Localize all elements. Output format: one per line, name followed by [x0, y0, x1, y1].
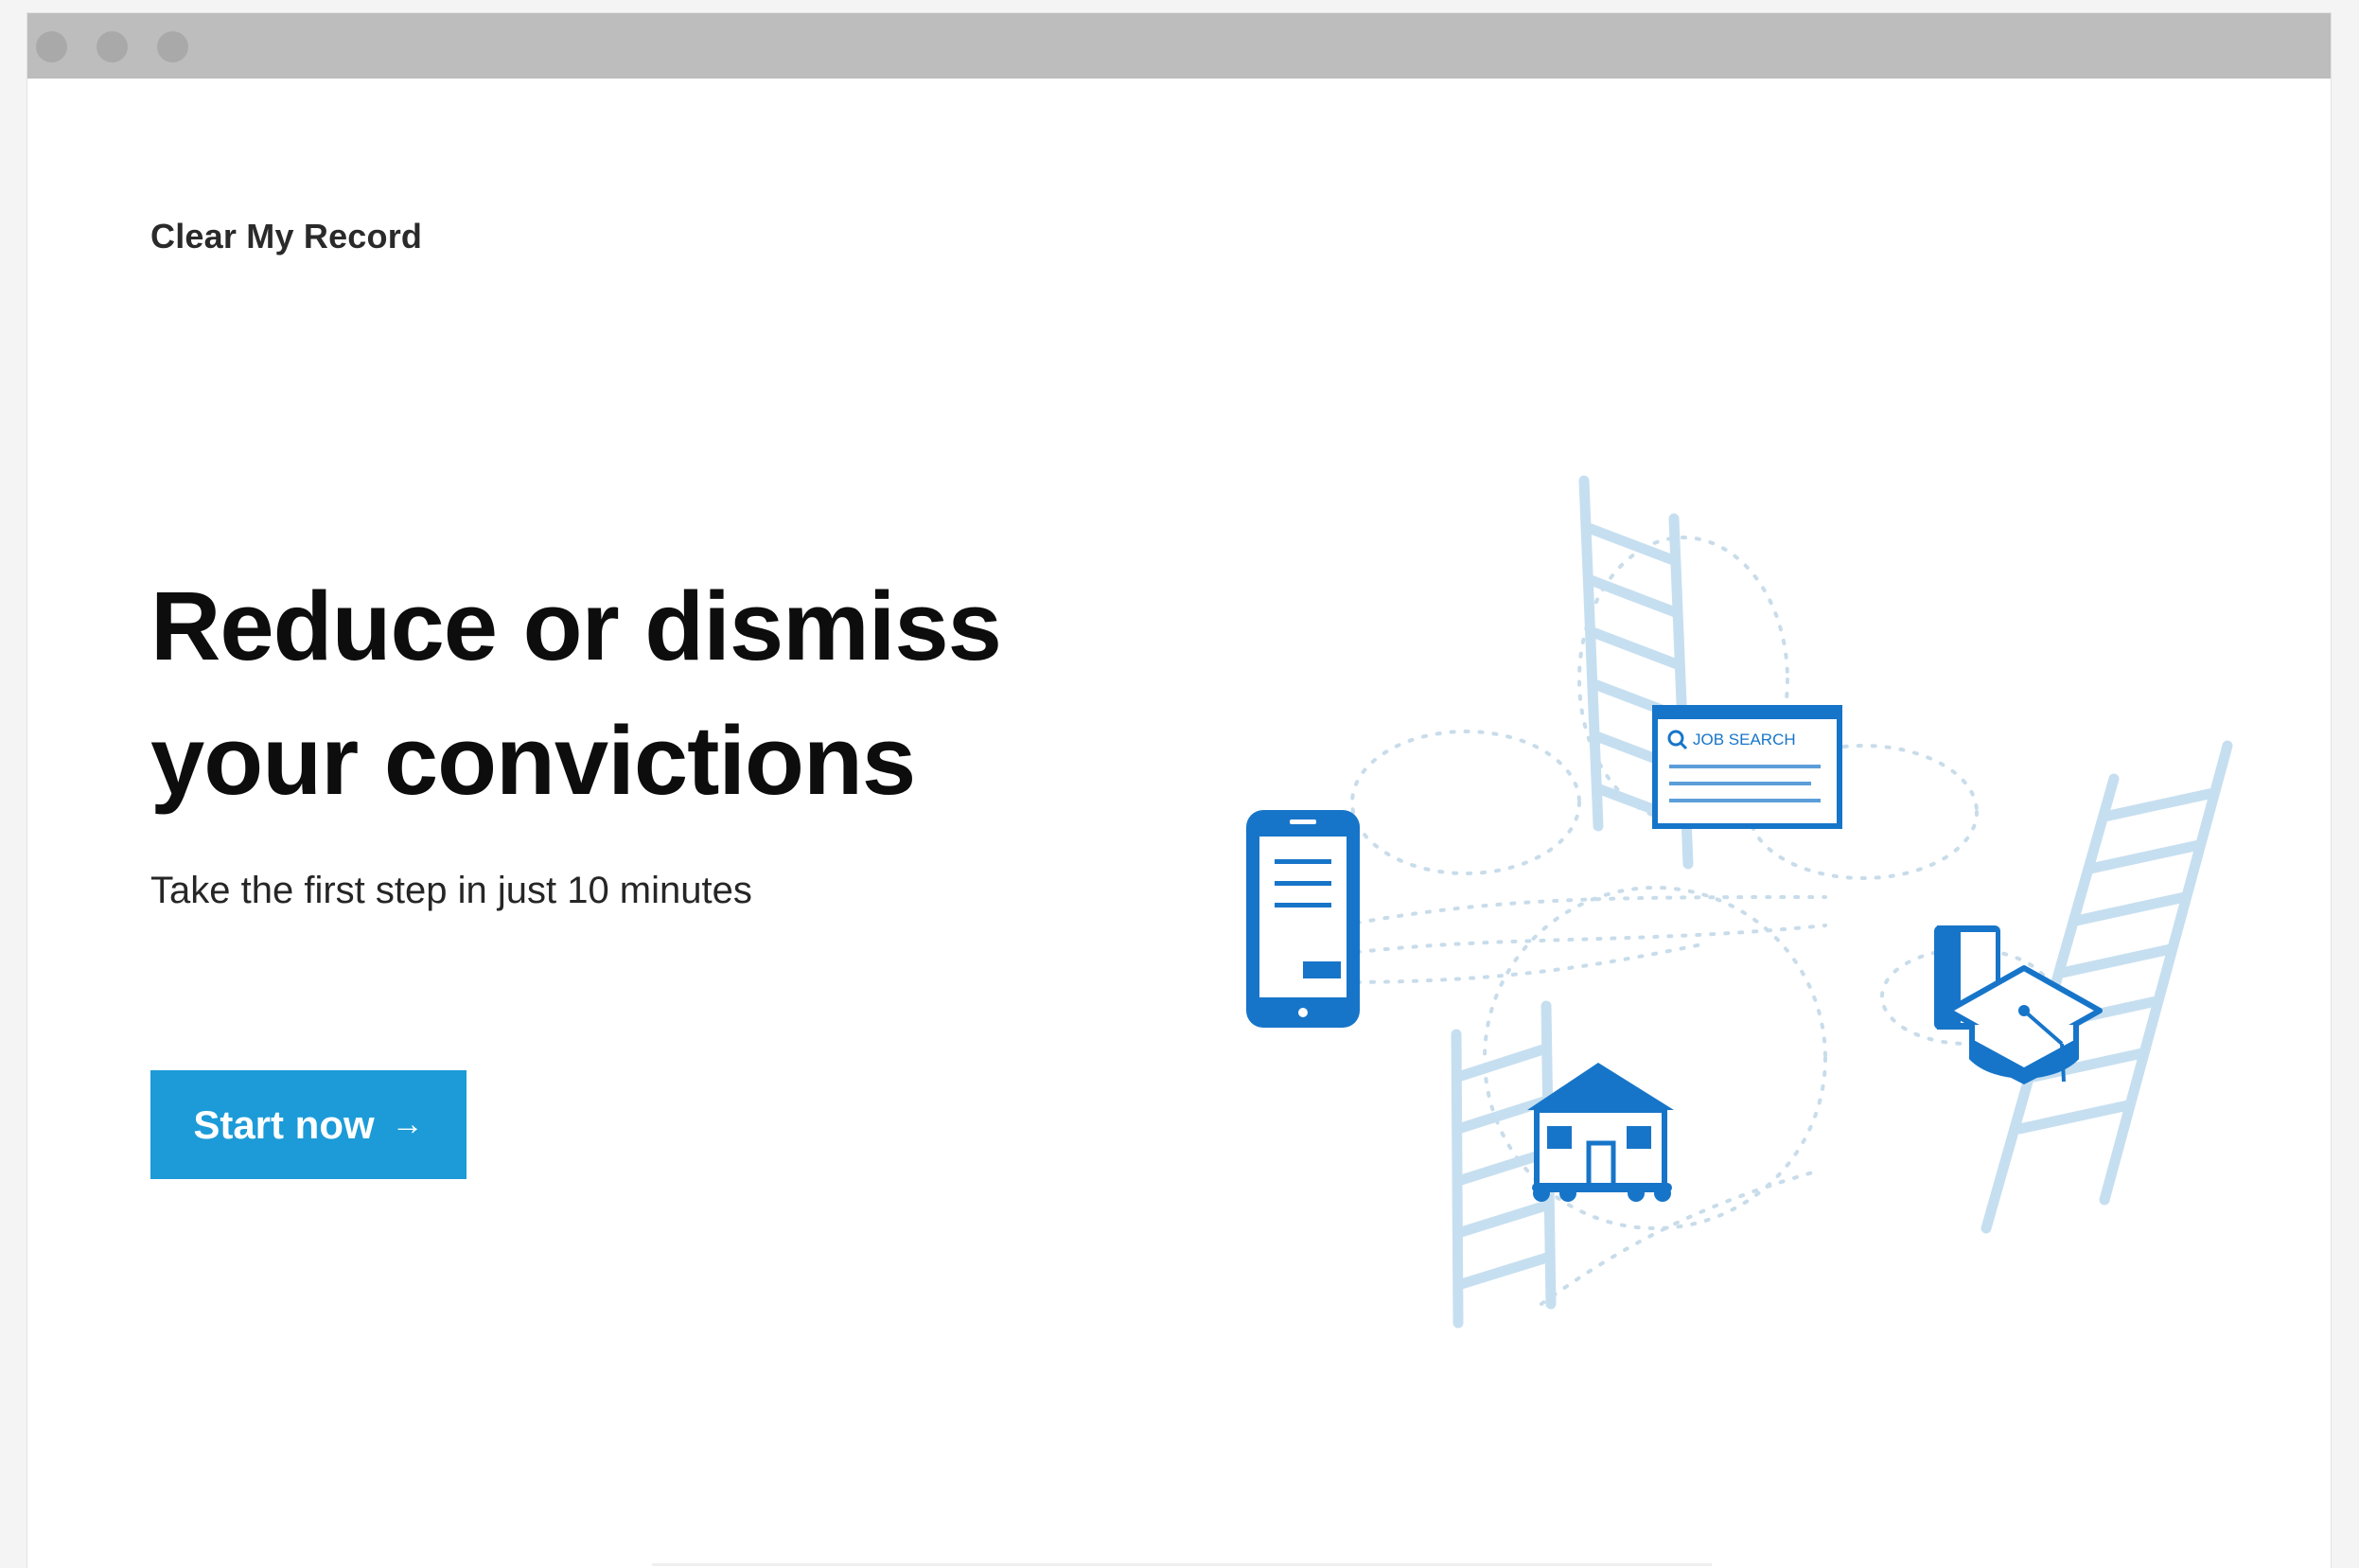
close-window-button[interactable]	[36, 31, 67, 62]
hero-illustration: JOB SEARCH	[1246, 475, 2233, 1329]
maximize-window-button[interactable]	[157, 31, 188, 62]
dotted-paths	[1341, 536, 2054, 1306]
hero-subtitle: Take the first step in just 10 minutes	[150, 870, 752, 911]
minimize-window-button[interactable]	[97, 31, 128, 62]
brand-link[interactable]: Clear My Record	[150, 217, 422, 256]
start-now-label: Start now	[193, 1101, 375, 1147]
job-search-window-icon: JOB SEARCH	[1652, 705, 1842, 829]
job-search-label: JOB SEARCH	[1693, 731, 1796, 749]
window-titlebar	[27, 13, 2331, 79]
start-now-button[interactable]: Start now →	[150, 1070, 467, 1179]
page-content: Clear My Record Reduce or dismiss your c…	[27, 79, 2331, 1568]
arrow-right-icon: →	[391, 1106, 424, 1142]
page-divider	[652, 1563, 1712, 1566]
phone-icon	[1246, 810, 1360, 1028]
page-title: Reduce or dismiss your convictions	[150, 572, 1002, 815]
browser-window: Clear My Record Reduce or dismiss your c…	[27, 13, 2331, 1568]
